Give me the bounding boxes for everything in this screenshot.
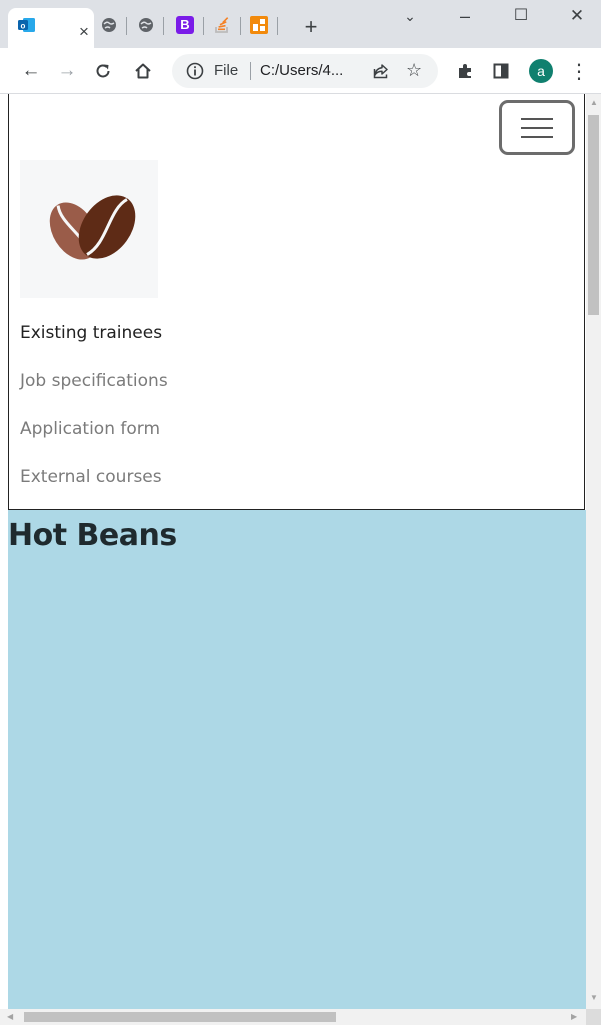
scroll-down-arrow-icon[interactable]: ▼ — [590, 993, 598, 1003]
url-text[interactable]: C:/Users/4... — [260, 62, 343, 80]
hamburger-line — [521, 136, 553, 138]
scroll-up-arrow-icon[interactable]: ▲ — [590, 98, 598, 108]
navbar: Existing trainees Job specifications App… — [8, 94, 585, 510]
dev-icon[interactable] — [250, 16, 268, 34]
tab-search-button[interactable]: ⌄ — [395, 3, 425, 29]
globe-icon[interactable] — [137, 16, 155, 34]
reload-button[interactable] — [91, 59, 115, 83]
scroll-left-arrow-icon[interactable]: ◀ — [7, 1012, 13, 1022]
bootstrap-glyph: B — [176, 16, 194, 34]
tab-close-button[interactable]: × — [74, 22, 94, 42]
nav-link-application-form[interactable]: Application form — [20, 418, 160, 440]
scroll-right-arrow-icon[interactable]: ▶ — [571, 1012, 577, 1022]
tab-divider — [126, 17, 127, 35]
home-button[interactable] — [131, 59, 155, 83]
hamburger-line — [521, 127, 553, 129]
home-icon — [135, 63, 151, 79]
bookmark-star-icon[interactable]: ☆ — [406, 60, 422, 80]
minimize-button[interactable]: – — [450, 3, 480, 29]
new-tab-button[interactable]: + — [296, 14, 326, 40]
bootstrap-icon[interactable]: B — [176, 16, 194, 34]
browser-toolbar: ← → File C:/Users/4... ☆ ⋮ — [0, 48, 601, 94]
share-icon[interactable] — [372, 62, 390, 80]
back-button[interactable]: ← — [19, 59, 43, 83]
reload-icon — [96, 64, 110, 78]
puzzle-icon — [459, 64, 471, 78]
address-bar[interactable]: File C:/Users/4... ☆ — [172, 54, 438, 88]
coffee-bean-icon — [49, 195, 136, 260]
outlook-icon: o — [18, 16, 36, 34]
active-tab[interactable]: o × — [8, 8, 94, 48]
scrollbar-corner — [586, 1009, 601, 1025]
svg-text:o: o — [21, 22, 26, 31]
side-panel-icon — [493, 63, 509, 79]
tab-divider — [240, 17, 241, 35]
nav-link-job-specifications[interactable]: Job specifications — [20, 370, 168, 392]
maximize-button[interactable]: ☐ — [506, 3, 536, 29]
omnibox-divider — [250, 62, 251, 80]
close-window-button[interactable]: ✕ — [562, 3, 592, 29]
info-icon[interactable] — [186, 62, 204, 80]
extensions-button[interactable] — [453, 59, 477, 83]
scheme-label: File — [214, 62, 239, 79]
nav-link-existing-trainees[interactable]: Existing trainees — [20, 322, 162, 344]
tab-strip: o × B + ⌄ – ☐ ✕ — [0, 0, 601, 48]
browser-menu-button[interactable]: ⋮ — [567, 59, 591, 83]
tab-divider — [277, 17, 278, 35]
horizontal-scroll-thumb[interactable] — [24, 1012, 336, 1022]
page-viewport: Existing trainees Job specifications App… — [0, 94, 586, 1009]
globe-icon[interactable] — [100, 16, 118, 34]
coffee-bean-logo[interactable] — [20, 160, 158, 298]
main-content: Hot Beans — [8, 510, 586, 1009]
profile-avatar[interactable]: a — [529, 59, 553, 83]
hamburger-line — [521, 118, 553, 120]
vertical-scroll-thumb[interactable] — [588, 115, 599, 315]
tab-divider — [203, 17, 204, 35]
navbar-toggler-button[interactable] — [499, 100, 575, 155]
page-title: Hot Beans — [8, 518, 177, 553]
nav-link-external-courses[interactable]: External courses — [20, 466, 162, 488]
stackoverflow-icon[interactable] — [213, 16, 231, 34]
side-panel-button[interactable] — [489, 59, 513, 83]
tab-divider — [163, 17, 164, 35]
forward-button[interactable]: → — [55, 59, 79, 83]
